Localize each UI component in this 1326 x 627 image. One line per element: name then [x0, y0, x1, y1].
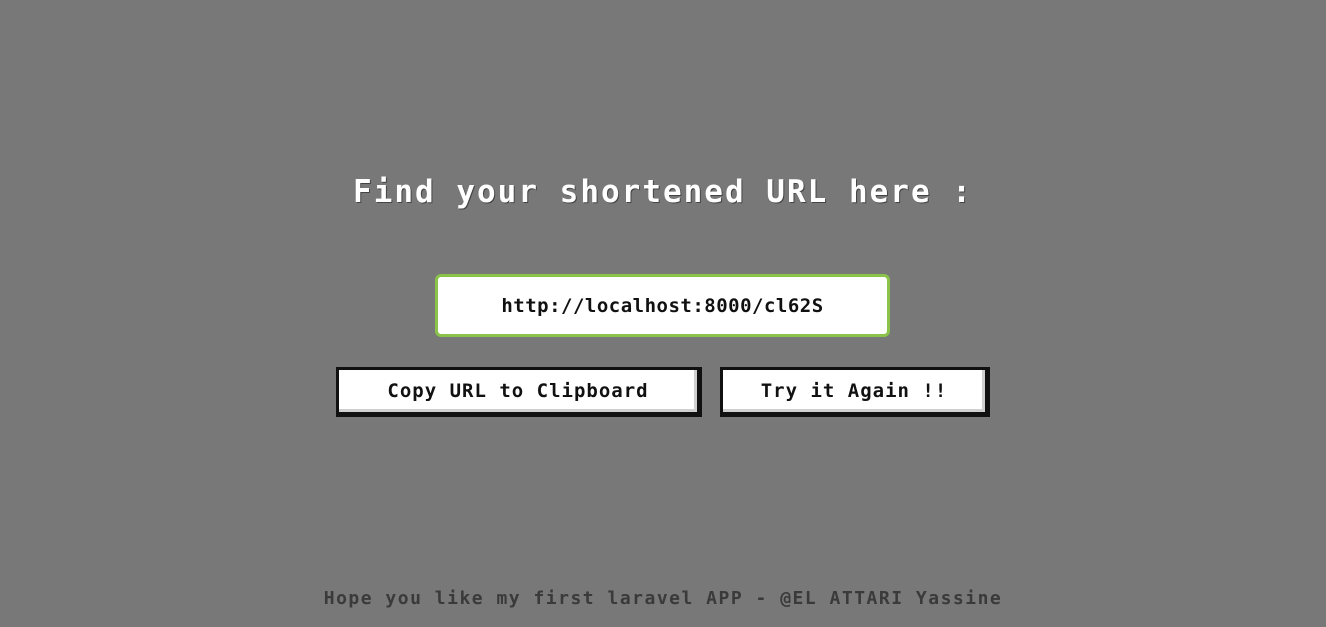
try-again-button[interactable]: Try it Again !!	[720, 367, 990, 417]
footer-credit: Hope you like my first laravel APP - @EL…	[323, 588, 1003, 609]
short-url-text[interactable]: http://localhost:8000/cl62S	[501, 295, 823, 317]
page-title: Find your shortened URL here :	[353, 174, 973, 210]
short-url-field[interactable]: http://localhost:8000/cl62S	[435, 274, 890, 337]
copy-url-button[interactable]: Copy URL to Clipboard	[336, 367, 702, 417]
